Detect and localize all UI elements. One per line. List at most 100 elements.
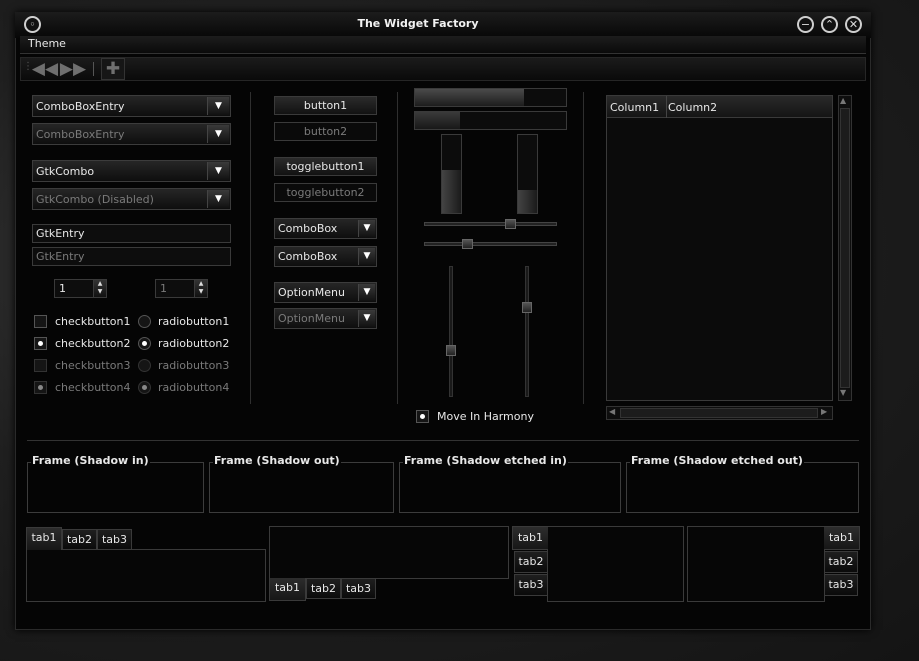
back-icon[interactable]: ◀◀ <box>32 58 58 80</box>
harmony-label[interactable]: Move In Harmony <box>437 410 534 423</box>
optionmenu-1-text[interactable]: OptionMenu <box>278 286 345 299</box>
horizontal-scrollbar[interactable]: ◀ ▶ <box>606 406 833 420</box>
column-separator <box>583 92 584 404</box>
tab-bottom-3[interactable]: tab3 <box>341 578 376 599</box>
spin-arrows-icon: ▲ ▼ <box>194 280 207 297</box>
togglebutton1[interactable]: togglebutton1 <box>274 157 377 176</box>
gtkentry[interactable]: GtkEntry <box>32 224 231 243</box>
radiobutton2-label[interactable]: radiobutton2 <box>158 337 229 350</box>
progress-fill <box>442 170 461 213</box>
comboboxentry-disabled-text: ComboBoxEntry <box>36 128 125 141</box>
scrollbar-thumb[interactable] <box>840 108 850 388</box>
progress-fill <box>518 189 537 213</box>
frame-shadow-etched-in: Frame (Shadow etched in) <box>399 454 621 513</box>
radio-4 <box>138 381 151 394</box>
vscale-2-slider[interactable] <box>522 302 532 313</box>
progress-bar-v1 <box>441 134 462 214</box>
radio-1[interactable] <box>138 315 151 328</box>
check-mark-icon <box>38 341 43 346</box>
tab-right-1[interactable]: tab1 <box>824 526 860 550</box>
togglebutton2: togglebutton2 <box>274 183 377 202</box>
tab-top-2[interactable]: tab2 <box>62 529 97 550</box>
spin-value[interactable]: 1 <box>59 282 66 295</box>
checkbox-2[interactable] <box>34 337 47 350</box>
frame-label: Frame (Shadow etched in) <box>403 454 568 467</box>
column-separator <box>250 92 251 404</box>
chevron-down-icon: ▼ <box>207 190 229 208</box>
combobox-1[interactable]: ComboBox ▼ <box>274 218 377 239</box>
frame-shadow-etched-out: Frame (Shadow etched out) <box>626 454 859 513</box>
chevron-down-icon[interactable]: ▼ <box>358 220 375 237</box>
chevron-down-icon[interactable]: ▼ <box>358 284 375 301</box>
scroll-down-icon[interactable]: ▼ <box>840 388 846 397</box>
tab-top-1[interactable]: tab1 <box>26 527 62 550</box>
horizontal-separator <box>27 440 859 441</box>
tree-header: Column1 Column2 <box>607 96 832 118</box>
scroll-left-icon[interactable]: ◀ <box>609 407 615 416</box>
vscale-2-track[interactable] <box>525 266 529 397</box>
checkbutton2-label[interactable]: checkbutton2 <box>55 337 131 350</box>
tab-right-2[interactable]: tab2 <box>824 551 858 573</box>
tab-left-2[interactable]: tab2 <box>514 551 548 573</box>
hscale-2-track[interactable] <box>424 242 557 246</box>
close-icon[interactable]: ✕ <box>845 16 862 33</box>
frame-label: Frame (Shadow etched out) <box>630 454 804 467</box>
hscale-1-slider[interactable] <box>505 219 516 229</box>
gtkentry-disabled-text: GtkEntry <box>36 250 85 263</box>
gtkcombo[interactable]: GtkCombo ▼ <box>32 160 231 182</box>
minimize-icon[interactable]: − <box>797 16 814 33</box>
hscale-1-track[interactable] <box>424 222 557 226</box>
optionmenu-2-text: OptionMenu <box>278 312 345 325</box>
column1-header[interactable]: Column1 <box>610 101 659 114</box>
forward-icon[interactable]: ▶▶ <box>60 58 86 80</box>
vscale-1-slider[interactable] <box>446 345 456 356</box>
check-mark-icon <box>420 414 425 419</box>
combobox-2-text[interactable]: ComboBox <box>278 250 337 263</box>
tab-bottom-2[interactable]: tab2 <box>306 578 341 599</box>
radio-dot-icon <box>142 385 147 390</box>
comboboxentry[interactable]: ComboBoxEntry ▼ <box>32 95 231 117</box>
checkbox-1[interactable] <box>34 315 47 328</box>
radio-2[interactable] <box>138 337 151 350</box>
combobox-2[interactable]: ComboBox ▼ <box>274 246 377 267</box>
menu-bar: Theme <box>20 36 866 54</box>
tab-right-3[interactable]: tab3 <box>824 574 858 596</box>
tab-left-1[interactable]: tab1 <box>512 526 548 550</box>
vertical-scrollbar[interactable]: ▲ ▼ <box>838 95 852 401</box>
maximize-icon[interactable]: ⌃ <box>821 16 838 33</box>
harmony-checkbox[interactable] <box>416 410 429 423</box>
frame-label: Frame (Shadow out) <box>213 454 341 467</box>
column2-header[interactable]: Column2 <box>668 101 717 114</box>
gtkcombo-text[interactable]: GtkCombo <box>36 165 94 178</box>
scroll-up-icon[interactable]: ▲ <box>840 96 846 105</box>
tab-left-3[interactable]: tab3 <box>514 574 548 596</box>
scroll-right-icon[interactable]: ▶ <box>821 407 827 416</box>
chevron-down-icon: ▼ <box>358 310 375 327</box>
menu-theme[interactable]: Theme <box>28 37 66 50</box>
spin-arrows-icon[interactable]: ▲ ▼ <box>93 280 106 297</box>
window-menu-icon[interactable]: ◦ <box>24 16 41 33</box>
window-title: The Widget Factory <box>357 17 479 30</box>
tree-view[interactable]: Column1 Column2 <box>606 95 833 401</box>
spin-button[interactable]: 1 ▲ ▼ <box>54 279 107 298</box>
scrollbar-thumb[interactable] <box>620 408 818 418</box>
tab-top-3[interactable]: tab3 <box>97 529 132 550</box>
gtkentry-text[interactable]: GtkEntry <box>36 227 84 240</box>
vscale-1-track[interactable] <box>449 266 453 397</box>
button1[interactable]: button1 <box>274 96 377 115</box>
optionmenu-1[interactable]: OptionMenu ▼ <box>274 282 377 303</box>
chevron-down-icon[interactable]: ▼ <box>207 97 229 115</box>
hscale-2-slider[interactable] <box>462 239 473 249</box>
radiobutton4-label: radiobutton4 <box>158 381 230 394</box>
chevron-down-icon[interactable]: ▼ <box>358 248 375 265</box>
tab-bottom-1[interactable]: tab1 <box>269 578 306 601</box>
checkbutton1-label[interactable]: checkbutton1 <box>55 315 131 328</box>
notebook-top-page <box>26 549 266 602</box>
combobox-1-text[interactable]: ComboBox <box>278 222 337 235</box>
comboboxentry-text[interactable]: ComboBoxEntry <box>36 100 125 113</box>
frame-shadow-out: Frame (Shadow out) <box>209 454 394 513</box>
chevron-down-icon[interactable]: ▼ <box>207 162 229 180</box>
radiobutton1-label[interactable]: radiobutton1 <box>158 315 229 328</box>
add-icon[interactable]: ✚ <box>101 58 125 80</box>
notebook-left-page <box>547 526 684 602</box>
